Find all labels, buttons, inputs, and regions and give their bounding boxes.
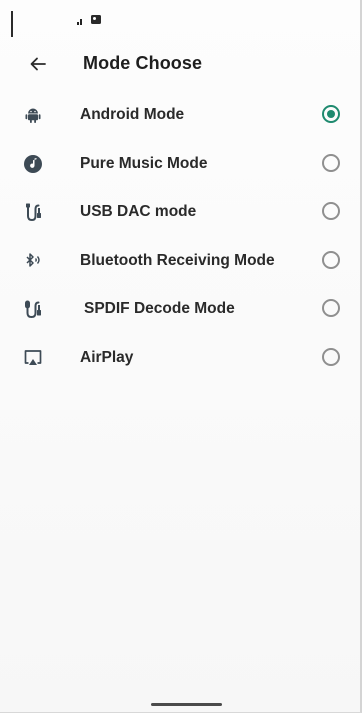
mode-radio[interactable] [322,153,340,172]
usb-cable-icon [22,201,44,223]
mode-option-airplay[interactable]: AirPlay [0,335,360,384]
mode-label: SPDIF Decode Mode [84,300,235,318]
mode-radio-checked[interactable] [322,105,340,123]
mode-radio[interactable] [322,250,340,269]
back-button[interactable] [24,50,52,78]
mode-radio[interactable] [322,299,340,318]
mode-option-android[interactable]: Android Mode [0,92,360,141]
mode-option-bluetooth[interactable]: Bluetooth Receiving Mode [0,238,360,287]
mode-option-spdif[interactable]: SPDIF Decode Mode [0,286,360,335]
mode-label: Bluetooth Receiving Mode [80,251,275,269]
airplay-icon [22,347,44,369]
mode-list: Android Mode Pure Music Mode USB DAC mod… [0,92,360,384]
status-bar [0,0,360,38]
home-indicator[interactable] [151,703,222,706]
mode-radio[interactable] [322,347,340,366]
android-icon [22,104,44,126]
bluetooth-audio-icon [22,250,44,272]
mode-label: Android Mode [80,106,185,123]
mode-option-pure-music[interactable]: Pure Music Mode [0,141,360,190]
arrow-left-icon [30,57,46,71]
page-title: Mode Choose [83,53,203,73]
mode-label: Pure Music Mode [80,154,208,172]
mode-label: AirPlay [80,348,134,366]
spdif-cable-icon [22,298,44,320]
mode-label: USB DAC mode [80,203,197,221]
signal-icon [77,17,83,25]
mode-radio[interactable] [322,202,340,221]
app-bar: Mode Choose [0,40,360,88]
music-disc-icon [22,153,44,175]
mode-option-usb-dac[interactable]: USB DAC mode [0,189,360,238]
image-icon [91,15,101,24]
